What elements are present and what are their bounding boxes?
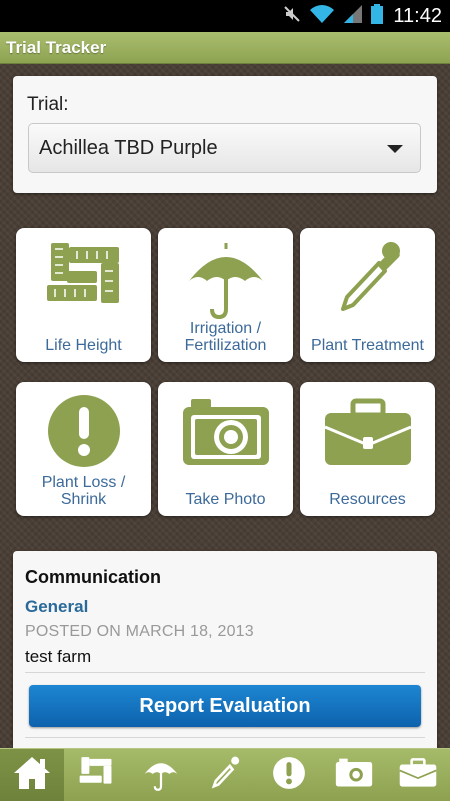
status-bar: 11:42 xyxy=(0,0,450,32)
communication-body: test farm xyxy=(25,647,92,666)
camera-icon xyxy=(158,390,293,476)
divider xyxy=(25,672,425,673)
alert-icon xyxy=(271,755,307,796)
tile-irrigation[interactable]: Irrigation / Fertilization xyxy=(158,228,293,362)
alert-icon xyxy=(16,390,151,476)
bottom-tab-bar xyxy=(0,748,450,801)
divider xyxy=(25,737,425,738)
trial-card: Trial: Achillea TBD Purple xyxy=(13,76,437,193)
communication-card: Communication General POSTED ON MARCH 18… xyxy=(13,551,437,761)
ruler-icon xyxy=(16,236,151,322)
tab-resources[interactable] xyxy=(386,749,450,801)
tab-plant-treatment[interactable] xyxy=(193,749,257,801)
dropper-icon xyxy=(300,236,435,322)
tile-label: Life Height xyxy=(45,337,122,354)
trial-select[interactable]: Achillea TBD Purple xyxy=(28,123,421,173)
tile-life-height[interactable]: Life Height xyxy=(16,228,151,362)
tab-plant-loss[interactable] xyxy=(257,749,321,801)
umbrella-icon xyxy=(158,236,293,322)
tile-plant-treatment[interactable]: Plant Treatment xyxy=(300,228,435,362)
tile-label: Plant Treatment xyxy=(311,337,424,354)
communication-category-link[interactable]: General xyxy=(25,597,88,617)
tab-irrigation[interactable] xyxy=(129,749,193,801)
communication-title: Communication xyxy=(25,567,162,587)
app-title: Trial Tracker xyxy=(0,32,450,64)
tile-plant-loss[interactable]: Plant Loss / Shrink xyxy=(16,382,151,516)
tab-take-photo[interactable] xyxy=(321,749,385,801)
tile-take-photo[interactable]: Take Photo xyxy=(158,382,293,516)
tile-label: Irrigation / Fertilization xyxy=(184,320,267,354)
briefcase-icon xyxy=(398,756,438,795)
ruler-icon xyxy=(77,755,115,796)
trial-label: Trial: xyxy=(27,94,69,115)
tab-life-height[interactable] xyxy=(64,749,128,801)
tile-label: Plant Loss / Shrink xyxy=(41,474,126,508)
home-icon xyxy=(12,755,52,796)
report-evaluation-button[interactable]: Report Evaluation xyxy=(29,685,421,727)
trial-select-value: Achillea TBD Purple xyxy=(39,137,218,159)
signal-icon xyxy=(343,4,363,29)
tile-label: Take Photo xyxy=(185,491,266,508)
mute-icon xyxy=(283,5,301,28)
briefcase-icon xyxy=(300,390,435,476)
chevron-down-icon xyxy=(387,145,403,153)
battery-icon xyxy=(371,3,384,29)
tile-label: Resources xyxy=(329,491,406,508)
tab-home[interactable] xyxy=(0,749,65,801)
dropper-icon xyxy=(206,755,244,796)
wifi-icon xyxy=(309,4,335,29)
tile-resources[interactable]: Resources xyxy=(300,382,435,516)
communication-date: POSTED ON MARCH 18, 2013 xyxy=(25,623,254,640)
status-time: 11:42 xyxy=(393,4,442,27)
umbrella-icon xyxy=(142,755,180,796)
camera-icon xyxy=(335,756,373,795)
